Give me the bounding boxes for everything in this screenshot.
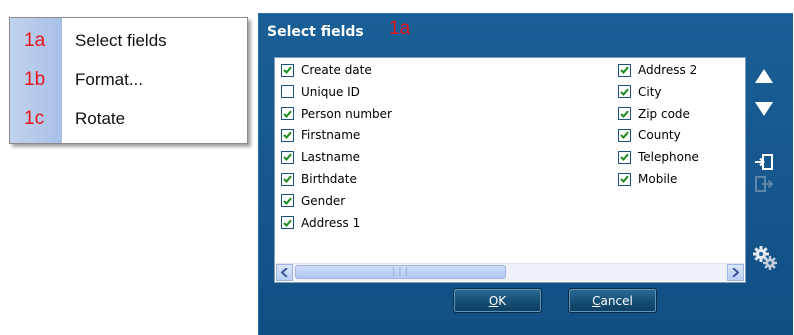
settings-gear-icon bbox=[753, 246, 777, 270]
field-label: Address 1 bbox=[301, 215, 361, 230]
ok-button[interactable]: OK bbox=[453, 288, 542, 313]
field-label: Mobile bbox=[638, 172, 678, 186]
chevron-left-icon bbox=[281, 268, 288, 277]
field-checkbox-item[interactable]: City bbox=[618, 83, 662, 101]
checkmark-icon bbox=[620, 66, 629, 74]
field-label: Telephone bbox=[638, 150, 699, 165]
scroll-left-button[interactable] bbox=[276, 264, 293, 281]
checkbox-checked[interactable] bbox=[618, 107, 631, 121]
checkbox-checked[interactable] bbox=[281, 216, 294, 230]
menu-item-select-fields[interactable]: 1a Select fields bbox=[10, 24, 247, 58]
field-checkbox-item[interactable]: Address 1 bbox=[281, 214, 360, 232]
move-up-button[interactable] bbox=[752, 66, 776, 86]
ok-label: K bbox=[498, 293, 507, 308]
menu-item-rotate[interactable]: 1c Rotate bbox=[10, 102, 247, 136]
field-checkbox-item[interactable]: Firstname bbox=[281, 126, 360, 144]
field-checkbox-item[interactable]: Create date bbox=[281, 61, 372, 79]
cancel-label: ancel bbox=[600, 293, 633, 308]
ok-accelerator: O bbox=[488, 293, 499, 308]
checkmark-icon bbox=[620, 110, 629, 118]
marker-label: 1a bbox=[24, 30, 46, 51]
field-checkbox-item[interactable]: Gender bbox=[281, 192, 345, 210]
marker-label: 1c bbox=[24, 108, 45, 129]
field-label: Lastname bbox=[301, 150, 361, 165]
grip-icon: ||| bbox=[390, 267, 411, 277]
field-checklist: Create date Unique ID Person number Firstna… bbox=[274, 57, 746, 283]
field-label: Create date bbox=[301, 63, 372, 77]
checkmark-icon bbox=[620, 88, 629, 96]
menu-item-format[interactable]: 1b Format... bbox=[10, 63, 247, 97]
scroll-right-button[interactable] bbox=[727, 264, 744, 281]
checkmark-icon bbox=[283, 197, 292, 205]
checkbox-checked[interactable] bbox=[618, 85, 631, 99]
field-label: County bbox=[638, 128, 681, 143]
field-checkbox-item[interactable]: County bbox=[618, 126, 681, 144]
checkbox-unchecked[interactable] bbox=[281, 85, 294, 99]
export-icon bbox=[755, 176, 774, 192]
field-label: Person number bbox=[301, 106, 392, 121]
field-checkbox-item[interactable]: Zip code bbox=[618, 105, 690, 123]
menu-item-label: Select fields bbox=[75, 31, 167, 50]
checkmark-icon bbox=[283, 219, 292, 227]
field-label: Unique ID bbox=[301, 84, 360, 99]
checkbox-checked[interactable] bbox=[618, 150, 631, 164]
select-fields-dialog: Select fields 1a Create date Unique ID Per… bbox=[258, 13, 793, 335]
checkmark-icon bbox=[620, 175, 629, 183]
import-icon bbox=[755, 154, 773, 170]
checkbox-checked[interactable] bbox=[618, 63, 631, 77]
chevron-right-icon bbox=[732, 268, 739, 277]
arrow-up-icon bbox=[755, 69, 773, 83]
checkbox-checked[interactable] bbox=[281, 194, 294, 208]
checkmark-icon bbox=[283, 110, 292, 118]
checkmark-icon bbox=[620, 153, 629, 162]
checkmark-icon bbox=[283, 131, 292, 140]
menu-item-label: Rotate bbox=[75, 109, 126, 128]
checkbox-checked[interactable] bbox=[281, 150, 294, 164]
settings-button[interactable] bbox=[751, 244, 779, 272]
horizontal-scrollbar[interactable]: ||| bbox=[276, 263, 744, 281]
field-label: Zip code bbox=[638, 106, 690, 121]
field-label: Firstname bbox=[301, 128, 361, 143]
checkmark-icon bbox=[620, 131, 629, 140]
checkmark-icon bbox=[283, 153, 292, 162]
field-label: City bbox=[638, 84, 662, 99]
dialog-titlebar: Select fields 1a bbox=[259, 14, 793, 52]
field-checkbox-item[interactable]: Unique ID bbox=[281, 83, 360, 101]
import-button[interactable] bbox=[752, 151, 776, 173]
checkbox-checked[interactable] bbox=[618, 172, 631, 186]
marker-label: 1a bbox=[389, 18, 411, 39]
dialog-title: Select fields bbox=[267, 24, 364, 40]
marker-label: 1b bbox=[24, 69, 46, 90]
field-checkbox-item[interactable]: Lastname bbox=[281, 148, 360, 166]
scroll-thumb[interactable]: ||| bbox=[295, 265, 506, 279]
field-checkbox-item[interactable]: Mobile bbox=[618, 170, 677, 188]
checkbox-checked[interactable] bbox=[281, 63, 294, 77]
menu-item-label: Format... bbox=[75, 70, 144, 89]
checkbox-checked[interactable] bbox=[281, 172, 294, 186]
field-label: Birthdate bbox=[301, 172, 357, 186]
cancel-accelerator: C bbox=[592, 293, 601, 308]
field-checkbox-item[interactable]: Person number bbox=[281, 105, 392, 123]
field-checkbox-item[interactable]: Telephone bbox=[618, 148, 699, 166]
cancel-button[interactable]: Cancel bbox=[568, 288, 657, 313]
move-down-button[interactable] bbox=[752, 99, 776, 119]
checkmark-icon bbox=[283, 66, 292, 74]
checkbox-checked[interactable] bbox=[281, 128, 294, 142]
arrow-down-icon bbox=[755, 102, 773, 116]
checkmark-icon bbox=[283, 175, 292, 183]
checkbox-checked[interactable] bbox=[618, 128, 631, 142]
field-checkbox-item[interactable]: Birthdate bbox=[281, 170, 357, 188]
checkbox-checked[interactable] bbox=[281, 107, 294, 121]
field-label: Gender bbox=[301, 193, 346, 208]
context-menu: 1a Select fields 1b Format... 1c Rotate bbox=[9, 17, 248, 144]
export-button[interactable] bbox=[752, 173, 776, 195]
field-checkbox-item[interactable]: Address 2 bbox=[618, 61, 697, 79]
field-label: Address 2 bbox=[638, 63, 698, 77]
